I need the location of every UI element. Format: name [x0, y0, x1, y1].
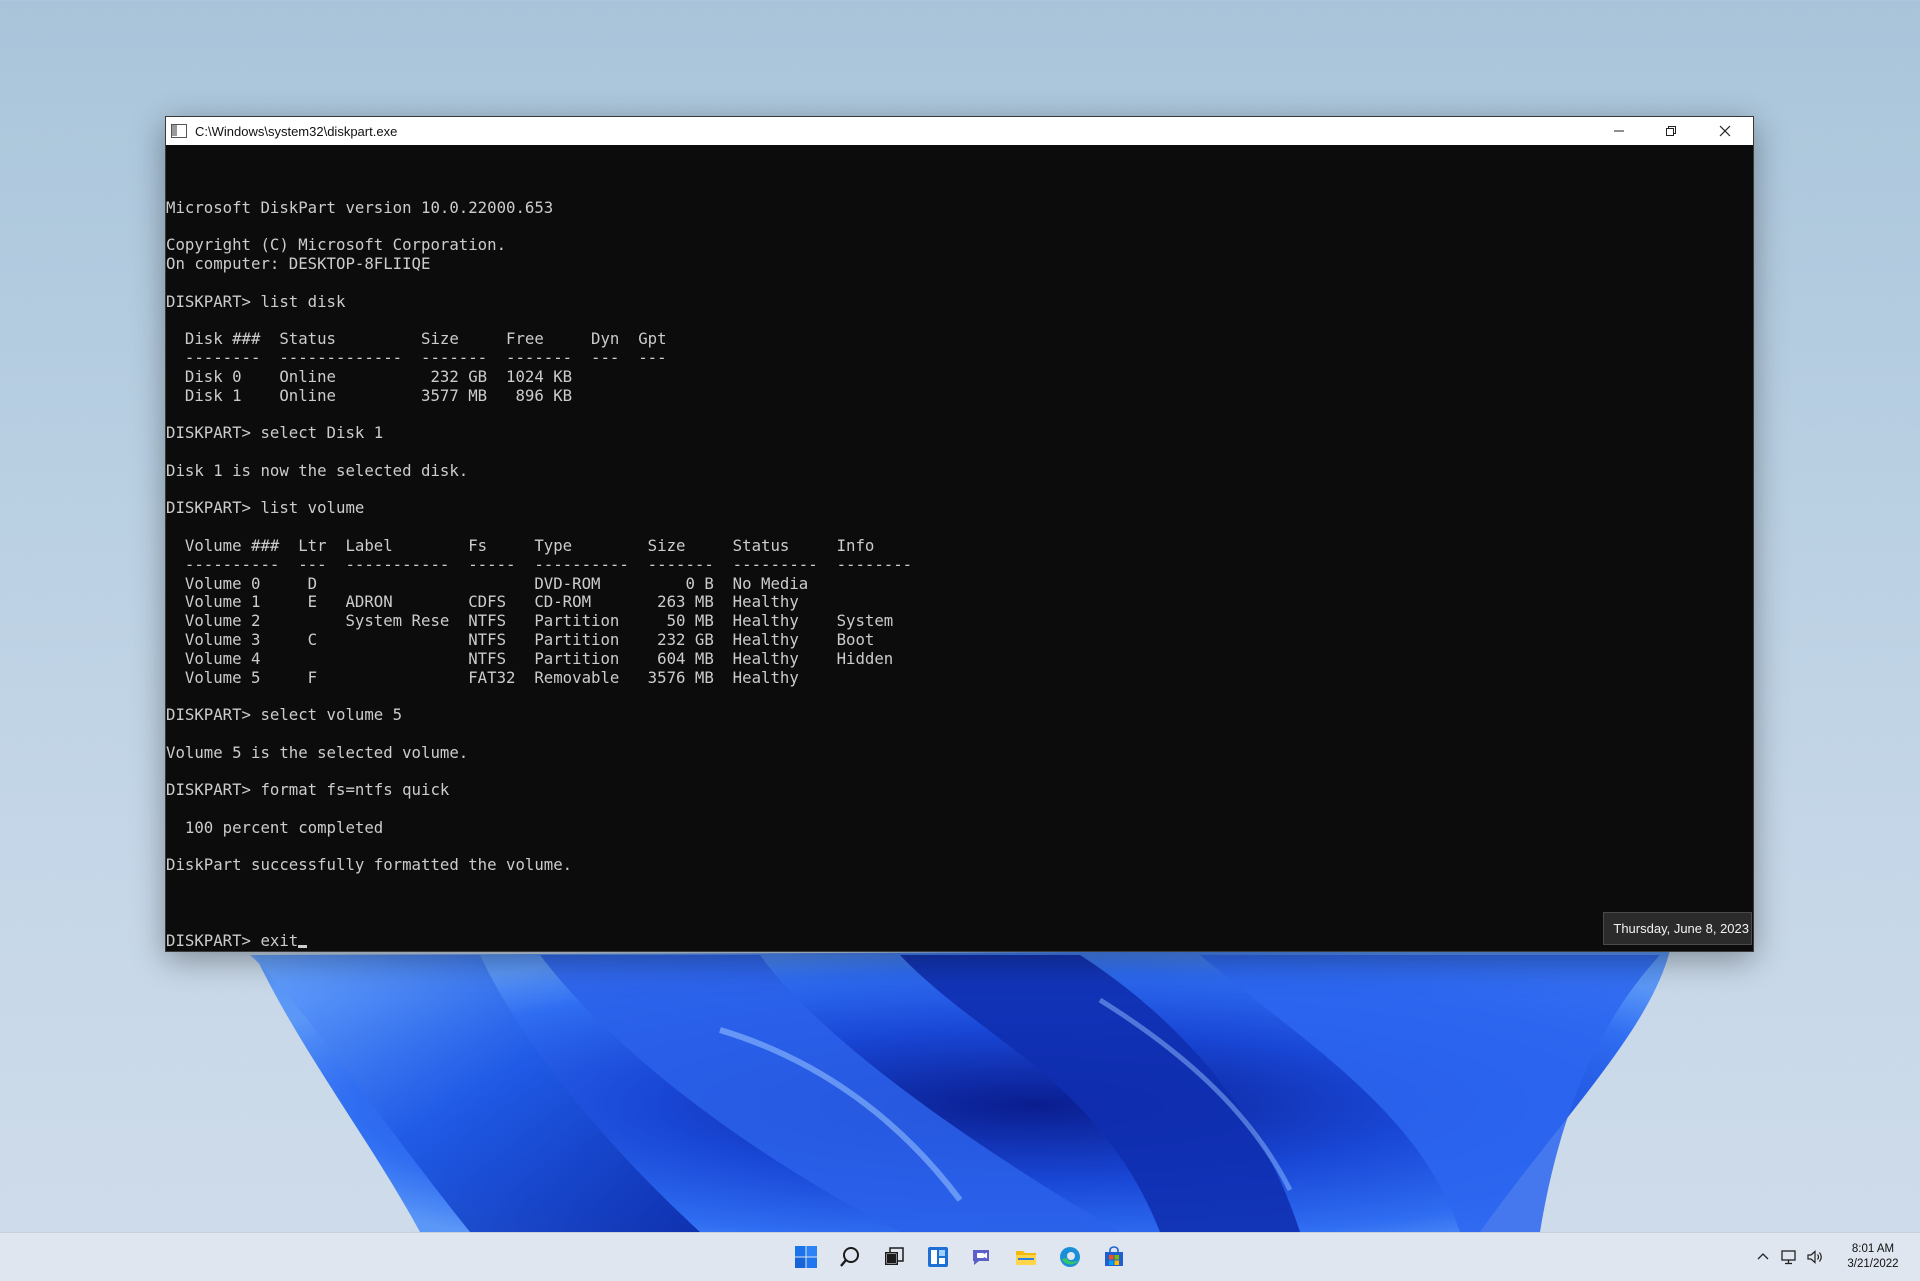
taskbar-apps: [789, 1233, 1131, 1281]
edge-button[interactable]: [1053, 1240, 1087, 1274]
store-button[interactable]: [1097, 1240, 1131, 1274]
restore-icon: [1666, 126, 1676, 136]
task-view-icon: [885, 1247, 904, 1265]
chevron-up-icon: [1757, 1253, 1769, 1260]
widgets-icon: [928, 1247, 948, 1267]
console-line: DISKPART> format fs=ntfs quick: [166, 780, 450, 800]
show-hidden-icons-button[interactable]: [1750, 1244, 1776, 1270]
console-line: ---------- --- ----------- ----- -------…: [166, 554, 913, 574]
search-button[interactable]: [833, 1240, 867, 1274]
store-icon: [1105, 1246, 1123, 1266]
console-line: Disk 0 Online 232 GB 1024 KB: [166, 366, 573, 386]
minimize-button[interactable]: [1593, 117, 1645, 145]
start-button[interactable]: [789, 1240, 823, 1274]
minimize-icon: [1614, 130, 1624, 132]
console-line: Volume 4 NTFS Partition 604 MB Healthy H…: [166, 648, 894, 668]
console-prompt: DISKPART> exit: [166, 930, 299, 950]
console-lines: Microsoft DiskPart version 10.0.22000.65…: [166, 197, 1753, 894]
console-line: Volume 3 C NTFS Partition 232 GB Healthy…: [166, 629, 875, 649]
chat-icon: [973, 1250, 989, 1265]
file-explorer-button[interactable]: [1009, 1240, 1043, 1274]
console-line: -------- ------------- ------- ------- -…: [166, 347, 667, 367]
console-line: Disk ### Status Size Free Dyn Gpt: [166, 329, 667, 349]
console-line: Volume 0 D DVD-ROM 0 B No Media: [166, 573, 809, 593]
console-line: Copyright (C) Microsoft Corporation.: [166, 235, 507, 255]
chat-button[interactable]: [965, 1240, 999, 1274]
console-line: 100 percent completed: [166, 817, 384, 837]
system-tray: 8:01 AM 3/21/2022: [1750, 1233, 1920, 1281]
taskbar: 8:01 AM 3/21/2022: [0, 1232, 1920, 1281]
console-line: Volume ### Ltr Label Fs Type Size Status…: [166, 535, 875, 555]
widgets-button[interactable]: [921, 1240, 955, 1274]
console-line: Microsoft DiskPart version 10.0.22000.65…: [166, 197, 554, 217]
console-line: Volume 5 F FAT32 Removable 3576 MB Healt…: [166, 667, 799, 687]
edge-icon: [1060, 1247, 1080, 1267]
console-line: Volume 5 is the selected volume.: [166, 742, 469, 762]
close-icon: [1719, 125, 1731, 137]
taskbar-clock[interactable]: 8:01 AM 3/21/2022: [1838, 1242, 1908, 1272]
title-bar[interactable]: C:\Windows\system32\diskpart.exe: [166, 117, 1753, 145]
start-icon: [795, 1246, 817, 1268]
console-line: DiskPart successfully formatted the volu…: [166, 855, 573, 875]
console-line: Volume 1 E ADRON CDFS CD-ROM 263 MB Heal…: [166, 592, 799, 612]
network-icon: [1781, 1250, 1796, 1265]
console-output[interactable]: Microsoft DiskPart version 10.0.22000.65…: [166, 145, 1753, 951]
console-line: Disk 1 is now the selected disk.: [166, 460, 469, 480]
console-line: On computer: DESKTOP-8FLIIQE: [166, 253, 431, 273]
console-line: DISKPART> select volume 5: [166, 705, 403, 725]
date-tooltip: Thursday, June 8, 2023: [1603, 912, 1752, 945]
console-line: DISKPART> list disk: [166, 291, 346, 311]
close-button[interactable]: [1699, 117, 1751, 145]
window-title: C:\Windows\system32\diskpart.exe: [195, 123, 398, 139]
clock-time: 8:01 AM: [1851, 1243, 1895, 1255]
text-cursor: [298, 944, 308, 948]
clock-date: 3/21/2022: [1847, 1258, 1899, 1270]
network-button[interactable]: [1776, 1244, 1802, 1270]
speaker-icon: [1807, 1250, 1822, 1264]
console-line: DISKPART> select Disk 1: [166, 423, 384, 443]
console-line: DISKPART> list volume: [166, 498, 365, 518]
task-view-button[interactable]: [877, 1240, 911, 1274]
console-app-icon: [171, 124, 187, 138]
diskpart-window[interactable]: C:\Windows\system32\diskpart.exe Microso…: [165, 116, 1754, 952]
console-line: Volume 2 System Rese NTFS Partition 50 M…: [166, 611, 894, 631]
console-line: Disk 1 Online 3577 MB 896 KB: [166, 385, 573, 405]
search-icon: [840, 1247, 859, 1267]
console-prompt-line[interactable]: DISKPART> exit: [166, 930, 1753, 951]
volume-button[interactable]: [1802, 1244, 1828, 1270]
restore-button[interactable]: [1645, 117, 1697, 145]
file-explorer-icon: [1016, 1251, 1036, 1265]
